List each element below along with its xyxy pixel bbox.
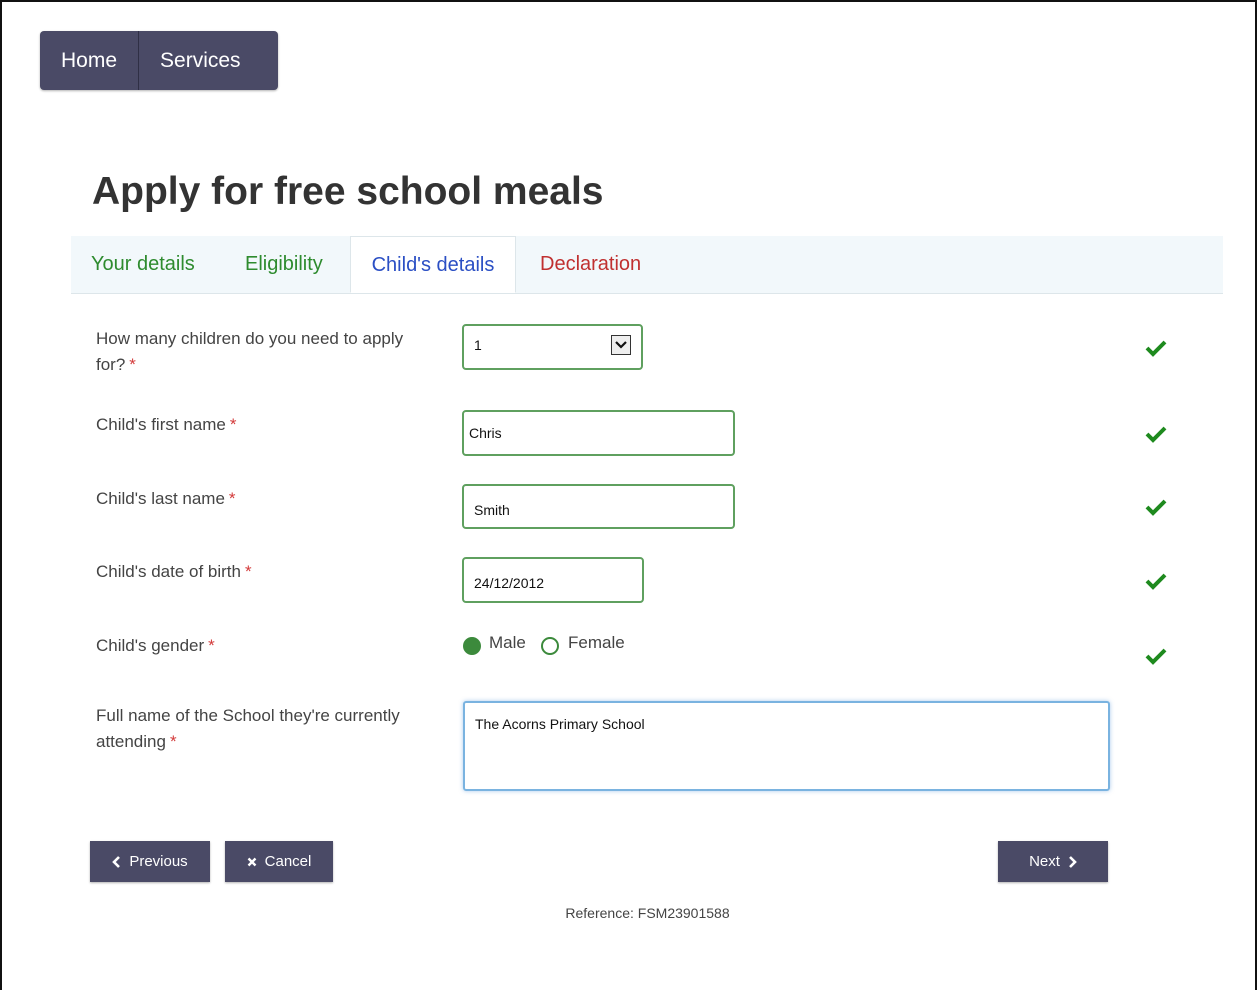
required-marker: * bbox=[169, 732, 177, 751]
required-marker: * bbox=[208, 636, 215, 655]
school-label: Full name of the School they're currentl… bbox=[96, 703, 436, 755]
num-children-select[interactable]: 1 bbox=[462, 324, 643, 370]
gender-option-female-label[interactable]: Female bbox=[568, 633, 625, 653]
cancel-button-label: Cancel bbox=[264, 853, 312, 870]
dob-label: Child's date of birth * bbox=[96, 559, 436, 585]
last-name-label: Child's last name * bbox=[96, 486, 436, 512]
checkmark-icon bbox=[1145, 499, 1167, 516]
tab-eligibility[interactable]: Eligibility bbox=[245, 236, 323, 293]
nav-services[interactable]: Services bbox=[138, 31, 262, 90]
next-button-label: Next bbox=[1029, 853, 1060, 870]
school-value: The Acorns Primary School bbox=[475, 716, 645, 732]
dob-value: 24/12/2012 bbox=[474, 575, 545, 591]
last-name-value: Smith bbox=[474, 502, 510, 518]
page-title: Apply for free school meals bbox=[92, 170, 604, 213]
first-name-value: Chris bbox=[469, 425, 502, 441]
checkmark-icon bbox=[1145, 340, 1167, 357]
school-field[interactable]: The Acorns Primary School bbox=[463, 701, 1110, 791]
required-marker: * bbox=[245, 562, 252, 581]
gender-option-male-label[interactable]: Male bbox=[489, 633, 526, 653]
chevron-down-icon[interactable] bbox=[611, 335, 631, 355]
gender-label-text: Child's gender bbox=[96, 636, 205, 655]
gender-radio-female[interactable] bbox=[541, 637, 559, 655]
previous-button[interactable]: Previous bbox=[90, 841, 210, 882]
required-marker: * bbox=[228, 489, 236, 508]
tab-your-details[interactable]: Your details bbox=[91, 236, 195, 293]
gender-radio-male[interactable] bbox=[463, 637, 481, 655]
first-name-label: Child's first name * bbox=[96, 412, 436, 438]
num-children-value: 1 bbox=[474, 337, 482, 353]
checkmark-icon bbox=[1145, 426, 1167, 443]
school-label-text: Full name of the School they're currentl… bbox=[96, 706, 400, 751]
last-name-label-text: Child's last name bbox=[96, 489, 225, 508]
last-name-field[interactable]: Smith bbox=[462, 484, 735, 529]
gender-label: Child's gender * bbox=[96, 633, 436, 659]
top-navigation: Home Services bbox=[40, 31, 278, 90]
required-marker: * bbox=[229, 415, 237, 434]
tab-declaration[interactable]: Declaration bbox=[540, 236, 641, 293]
cancel-button[interactable]: Cancel bbox=[225, 841, 333, 882]
reference-number: Reference: FSM23901588 bbox=[565, 905, 730, 921]
first-name-field[interactable]: Chris bbox=[462, 410, 735, 456]
next-button[interactable]: Next bbox=[998, 841, 1108, 882]
chevron-right-icon bbox=[1069, 855, 1077, 868]
dob-label-text: Child's date of birth bbox=[96, 562, 241, 581]
progress-tabs: Your details Eligibility Child's details… bbox=[71, 236, 1223, 294]
checkmark-icon bbox=[1145, 573, 1167, 590]
first-name-label-text: Child's first name bbox=[96, 415, 226, 434]
checkmark-icon bbox=[1145, 648, 1167, 665]
tab-childs-details[interactable]: Child's details bbox=[350, 236, 516, 293]
required-marker: * bbox=[129, 355, 136, 374]
num-children-label-text: How many children do you need to apply f… bbox=[96, 329, 404, 374]
dob-field[interactable]: 24/12/2012 bbox=[462, 557, 644, 603]
num-children-label: How many children do you need to apply f… bbox=[96, 326, 436, 378]
previous-button-label: Previous bbox=[129, 853, 188, 870]
nav-home[interactable]: Home bbox=[40, 31, 138, 90]
chevron-left-icon bbox=[112, 855, 121, 868]
x-icon bbox=[247, 857, 256, 866]
